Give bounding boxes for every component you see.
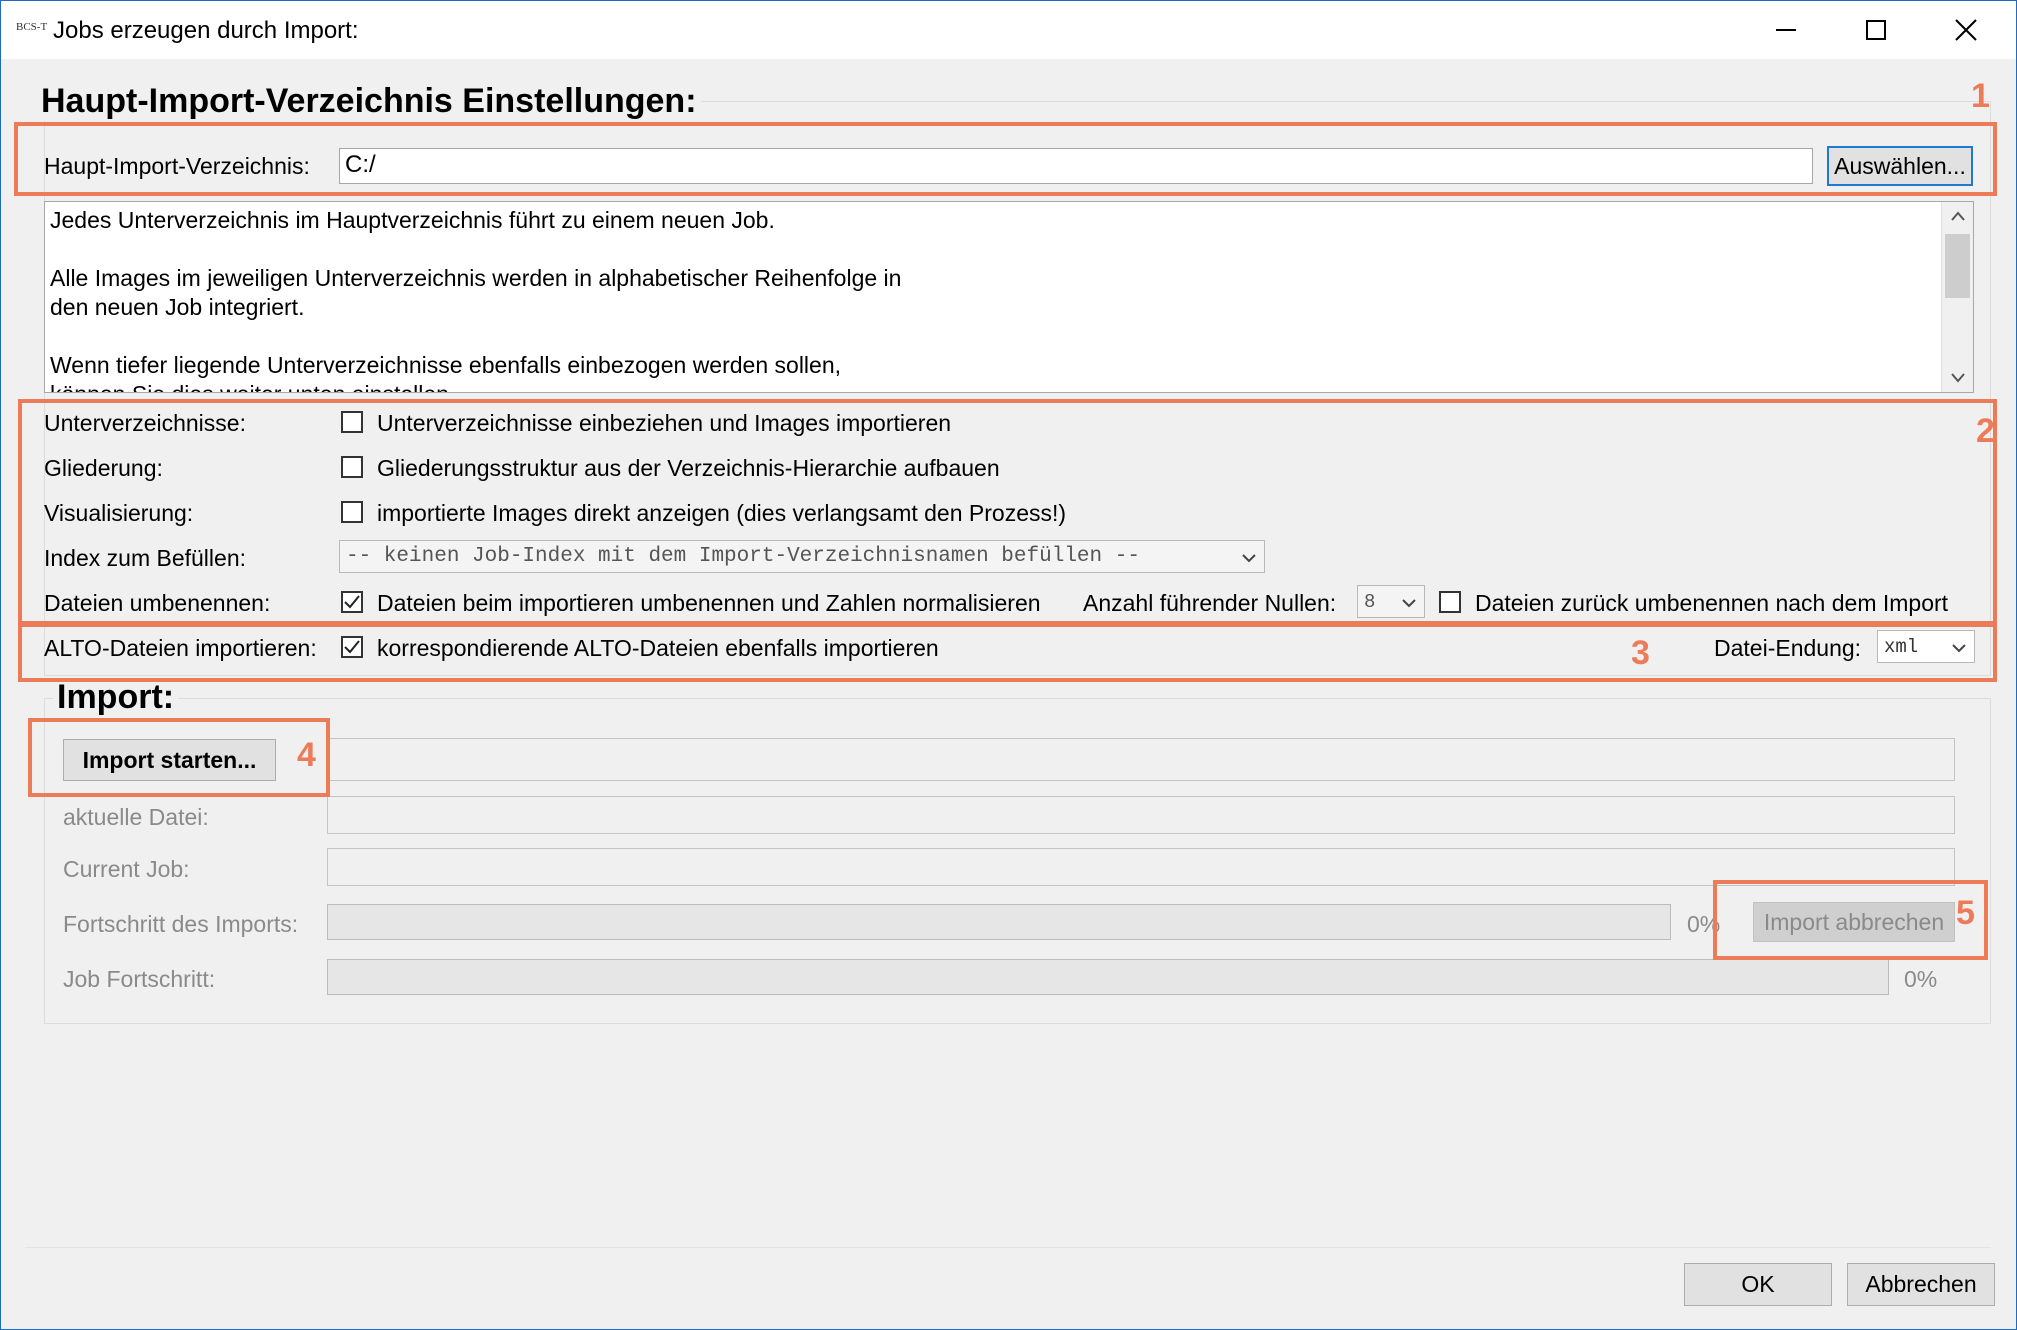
close-button[interactable] — [1921, 1, 2011, 59]
ok-button[interactable]: OK — [1684, 1263, 1832, 1306]
progress-label: Fortschritt des Imports: — [63, 911, 299, 937]
annotation-box-3 — [18, 623, 1997, 682]
description-line: den neuen Job integriert. — [50, 294, 305, 320]
annotation-number-4: 4 — [297, 736, 316, 774]
job-progress-bar — [327, 959, 1889, 995]
import-section-title: Import: — [53, 678, 179, 717]
scrollbar-thumb[interactable] — [1945, 234, 1970, 298]
maximize-button[interactable] — [1831, 1, 1921, 59]
annotation-number-2: 2 — [1976, 412, 1995, 450]
minimize-icon — [1776, 29, 1796, 31]
description-line: Alle Images im jeweiligen Unterverzeichn… — [50, 265, 902, 291]
scroll-down-icon[interactable] — [1950, 372, 1966, 384]
title-bar: BCS-T Jobs erzeugen durch Import: — [1, 1, 2016, 59]
close-icon — [1955, 19, 1977, 41]
app-logo: BCS-T — [16, 21, 48, 33]
description-scrollbar[interactable] — [1941, 202, 1973, 392]
description-line: Wenn tiefer liegende Unterverzeichnisse … — [50, 352, 842, 378]
annotation-box-4 — [28, 718, 330, 797]
window-title: Jobs erzeugen durch Import: — [53, 17, 359, 44]
annotation-number-5: 5 — [1956, 894, 1975, 932]
import-dialog-window: BCS-T Jobs erzeugen durch Import: Haupt-… — [0, 0, 2017, 1330]
description-textarea[interactable]: Jedes Unterverzeichnis im Hauptverzeichn… — [44, 201, 1974, 393]
import-progress-bar — [327, 904, 1671, 940]
footer-divider — [25, 1247, 1991, 1248]
annotation-box-2 — [18, 399, 1997, 625]
import-status-field — [327, 738, 1955, 781]
annotation-box-1 — [14, 122, 1997, 196]
job-progress-percent: 0% — [1904, 966, 1938, 992]
scroll-up-icon[interactable] — [1950, 210, 1966, 222]
job-progress-label: Job Fortschritt: — [63, 966, 216, 992]
current-file-field — [327, 796, 1955, 834]
cancel-button[interactable]: Abbrechen — [1847, 1263, 1995, 1306]
annotation-number-3: 3 — [1631, 634, 1650, 672]
annotation-number-1: 1 — [1971, 77, 1990, 115]
annotation-box-5 — [1713, 880, 1988, 960]
minimize-button[interactable] — [1741, 1, 1831, 59]
current-job-label: Current Job: — [63, 856, 190, 882]
current-job-field — [327, 848, 1955, 886]
settings-section-title: Haupt-Import-Verzeichnis Einstellungen: — [37, 82, 701, 121]
description-line: Jedes Unterverzeichnis im Hauptverzeichn… — [50, 207, 775, 233]
maximize-icon — [1866, 20, 1886, 40]
current-file-label: aktuelle Datei: — [63, 804, 209, 830]
description-text: Jedes Unterverzeichnis im Hauptverzeichn… — [50, 206, 902, 392]
description-line: können Sie dies weiter unten einstellen. — [50, 381, 455, 392]
